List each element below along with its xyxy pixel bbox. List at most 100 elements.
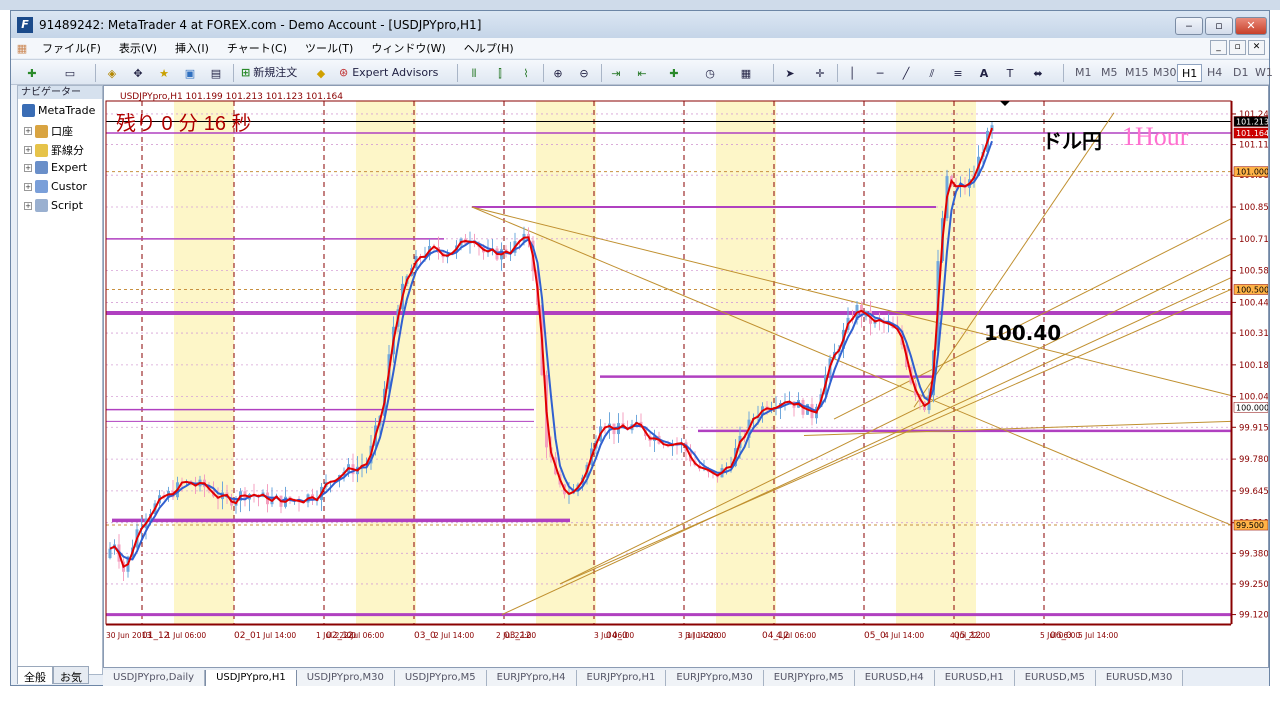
timeframe-m15[interactable]: M15 xyxy=(1121,64,1153,82)
menu-help[interactable]: ヘルプ(H) xyxy=(455,40,523,56)
time-tick-label: 2 Jul 14:00 xyxy=(434,631,474,640)
nav-item-scripts[interactable]: + Script xyxy=(24,199,83,212)
menu-window[interactable]: ウィンドウ(W) xyxy=(362,40,454,56)
time-tick-label: 1 Jul 06:00 xyxy=(166,631,206,640)
price-tick-label: 100.045 xyxy=(1239,393,1268,403)
timeframe-w1[interactable]: W1 xyxy=(1251,64,1277,82)
nav-item-indicators[interactable]: + 罫線分 xyxy=(24,142,84,158)
timeframe-m1[interactable]: M1 xyxy=(1071,64,1096,82)
data-window-icon[interactable]: ✥ xyxy=(129,64,147,82)
text-label-icon[interactable]: T xyxy=(1001,64,1019,82)
menu-chart[interactable]: チャート(C) xyxy=(218,40,296,56)
nav-label-experts: Expert xyxy=(51,161,88,174)
templates-icon[interactable]: ▦ xyxy=(737,64,755,82)
menu-insert[interactable]: 挿入(I) xyxy=(166,40,218,56)
candlestick-icon[interactable]: ⫿ xyxy=(491,64,509,82)
price-tag-label: 99.500 xyxy=(1236,521,1264,530)
price-tick-label: 100.180 xyxy=(1239,361,1268,371)
mdi-restore-button[interactable]: ▫ xyxy=(1229,40,1246,55)
navigator-icon[interactable]: ★ xyxy=(155,64,173,82)
minimize-button[interactable]: ‒ xyxy=(1175,17,1203,35)
menu-view[interactable]: 表示(V) xyxy=(110,40,166,56)
nav-label-accounts: 口座 xyxy=(51,125,73,138)
session-band xyxy=(716,101,776,624)
market-watch-icon[interactable]: ◈ xyxy=(103,64,121,82)
title-bar: F 91489242: MetaTrader 4 at FOREX.com - … xyxy=(11,11,1269,38)
time-tick-label: 1 Jul 14:00 xyxy=(256,631,296,640)
time-tick-label: 4 Jul 14:00 xyxy=(884,631,924,640)
vertical-line-icon[interactable]: │ xyxy=(843,64,861,82)
new-order-label: 新規注文 xyxy=(253,66,298,79)
price-tick-label: 101.115 xyxy=(1239,141,1268,151)
price-tick-label: 99.645 xyxy=(1239,487,1268,497)
toolbar: ✚ ▭ ◈ ✥ ★ ▣ ▤ ⊞ 新規注文 ◆ ⊛ Expert Advisors… xyxy=(11,59,1273,85)
session-band xyxy=(356,101,416,624)
level-label: 100.40 xyxy=(984,321,1061,345)
timeframe-h1[interactable]: H1 xyxy=(1177,64,1203,82)
new-order-button[interactable]: ⊞ 新規注文 xyxy=(241,64,297,82)
indicators-icon[interactable]: ✚ xyxy=(665,64,683,82)
close-button[interactable]: ✕ xyxy=(1235,17,1267,35)
channel-icon[interactable]: ⫽ xyxy=(923,64,941,82)
crosshair-icon[interactable]: ✛ xyxy=(811,64,829,82)
arrows-icon[interactable]: ⬌ xyxy=(1029,64,1047,82)
time-tick-label: 05_0 xyxy=(864,631,886,641)
strategy-tester-icon[interactable]: ▤ xyxy=(207,64,225,82)
profiles-icon[interactable]: ▭ xyxy=(61,64,79,82)
time-tick-label: 4 Jul 06:00 xyxy=(776,631,816,640)
mdi-minimize-button[interactable]: _ xyxy=(1210,40,1227,55)
metatrader-window: F 91489242: MetaTrader 4 at FOREX.com - … xyxy=(10,10,1273,688)
menu-file[interactable]: ファイル(F) xyxy=(33,40,110,56)
scripts-icon xyxy=(35,199,48,212)
price-tag-label: 100.000 xyxy=(1236,403,1268,412)
nav-label-custom: Custor xyxy=(51,180,87,193)
mdi-close-button[interactable]: ✕ xyxy=(1248,40,1265,55)
maximize-button[interactable]: ▫ xyxy=(1205,17,1233,35)
chart-window[interactable]: 101.245101.115100.985100.850100.715100.5… xyxy=(103,85,1269,668)
price-tick-label: 99.380 xyxy=(1239,549,1268,559)
trendline-icon[interactable]: ╱ xyxy=(897,64,915,82)
custom-indicators-icon xyxy=(35,180,48,193)
text-icon[interactable]: A xyxy=(975,64,993,82)
zoom-in-icon[interactable]: ⊕ xyxy=(549,64,567,82)
price-tag-label: 101.213 xyxy=(1236,117,1268,126)
chart-shift-icon[interactable]: ⇤ xyxy=(633,64,651,82)
time-tick-label: 5 Jul 14:00 xyxy=(1078,631,1118,640)
price-tick-label: 100.850 xyxy=(1239,203,1268,213)
price-tick-label: 100.715 xyxy=(1239,235,1268,245)
chart-doc-icon[interactable]: ▦ xyxy=(11,42,33,55)
price-tag-label: 100.500 xyxy=(1236,285,1268,294)
nav-root[interactable]: MetaTrade xyxy=(22,104,95,117)
time-tick-label: 02_0 xyxy=(234,631,256,641)
timeframe-m5[interactable]: M5 xyxy=(1097,64,1122,82)
menu-tools[interactable]: ツール(T) xyxy=(296,40,362,56)
line-chart-icon[interactable]: ⌇ xyxy=(517,64,535,82)
nav-item-custom[interactable]: + Custor xyxy=(24,180,87,193)
auto-scroll-icon[interactable]: ⇥ xyxy=(607,64,625,82)
navigator-tabs: 全般 お気 xyxy=(17,666,103,684)
zoom-out-icon[interactable]: ⊖ xyxy=(575,64,593,82)
navigator-panel: ナビゲーター MetaTrade + 口座 + 罫線分 + Expert + C… xyxy=(17,85,103,675)
horizontal-line-icon[interactable]: ─ xyxy=(871,64,889,82)
nav-tab-common[interactable]: 全般 xyxy=(17,666,53,684)
experts-icon xyxy=(35,161,48,174)
new-chart-icon[interactable]: ✚ xyxy=(23,64,41,82)
timeframe-d1[interactable]: D1 xyxy=(1229,64,1252,82)
expert-advisors-button[interactable]: ⊛ Expert Advisors xyxy=(339,64,438,82)
fibonacci-icon[interactable]: ≡ xyxy=(949,64,967,82)
metaeditor-icon[interactable]: ◆ xyxy=(312,64,330,82)
countdown-timer: 残り 0 分 16 秒 xyxy=(116,112,252,135)
price-tick-label: 100.315 xyxy=(1239,329,1268,339)
nav-item-accounts[interactable]: + 口座 xyxy=(24,123,73,139)
timeframe-h4[interactable]: H4 xyxy=(1203,64,1226,82)
cursor-icon[interactable]: ➤ xyxy=(781,64,799,82)
bar-chart-icon[interactable]: ⫴ xyxy=(465,64,483,82)
expert-advisors-label: Expert Advisors xyxy=(352,66,439,79)
terminal-icon[interactable]: ▣ xyxy=(181,64,199,82)
periods-icon[interactable]: ◷ xyxy=(701,64,719,82)
nav-tab-favorites[interactable]: お気 xyxy=(53,666,89,684)
timeframe-m30[interactable]: M30 xyxy=(1149,64,1181,82)
nav-item-experts[interactable]: + Expert xyxy=(24,161,87,174)
price-chart[interactable]: 101.245101.115100.985100.850100.715100.5… xyxy=(104,86,1268,667)
indicators-tree-icon xyxy=(35,143,48,157)
